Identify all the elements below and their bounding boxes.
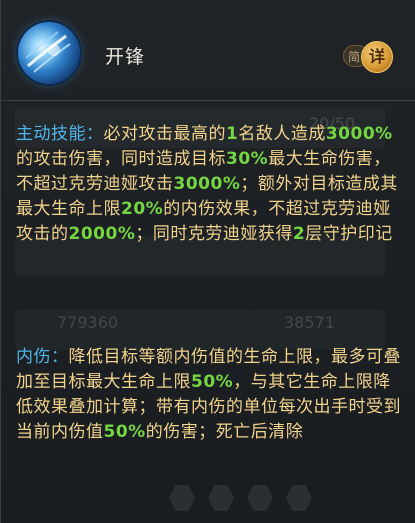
description-text: ；同时克劳迪娅获得 — [135, 224, 293, 244]
skill-tooltip-panel: 20/50 779360 38571 开锋 简 详 主动技能：必对攻击最高的1名… — [0, 0, 415, 523]
active-skill-label: 主动技能： — [16, 124, 104, 144]
background-slot — [169, 485, 195, 511]
background-slot — [208, 485, 234, 511]
sword-wind-skill-icon — [18, 22, 80, 84]
highlight-number: 2 — [292, 224, 306, 244]
simple-detail-toggle[interactable]: 简 详 — [343, 41, 395, 73]
background-hp-value: 779360 — [57, 313, 119, 332]
description-text: 的伤害；死亡后清除 — [145, 422, 304, 442]
background-slot — [247, 485, 273, 511]
highlight-number: 30% — [226, 149, 269, 169]
detail-mode-button[interactable]: 详 — [361, 41, 393, 73]
highlight-number: 50% — [191, 372, 234, 392]
internal-injury-label: 内伤： — [16, 347, 69, 367]
description-text: 层守护印记 — [305, 224, 393, 244]
active-skill-description: 主动技能：必对攻击最高的1名敌人造成3000%的攻击伤害，同时造成目标30%最大… — [16, 122, 401, 247]
highlight-number: 3000% — [173, 174, 241, 194]
highlight-number: 20% — [121, 199, 164, 219]
background-atk-value: 38571 — [284, 313, 335, 332]
description-text: 名敌人造成 — [238, 124, 326, 144]
skill-header: 开锋 简 详 — [1, 0, 415, 101]
description-text: 必对攻击最高的 — [103, 124, 226, 144]
highlight-number: 1 — [226, 124, 239, 144]
skill-name: 开锋 — [105, 46, 146, 68]
internal-injury-description: 内伤：降低目标等额内伤值的生命上限，最多可叠加至目标最大生命上限50%，与其它生… — [16, 345, 401, 445]
highlight-number: 3000% — [325, 124, 393, 144]
description-text: 的攻击伤害，同时造成目标 — [16, 149, 226, 169]
highlight-number: 50% — [103, 422, 146, 442]
highlight-number: 2000% — [68, 224, 136, 244]
background-slot — [286, 485, 312, 511]
